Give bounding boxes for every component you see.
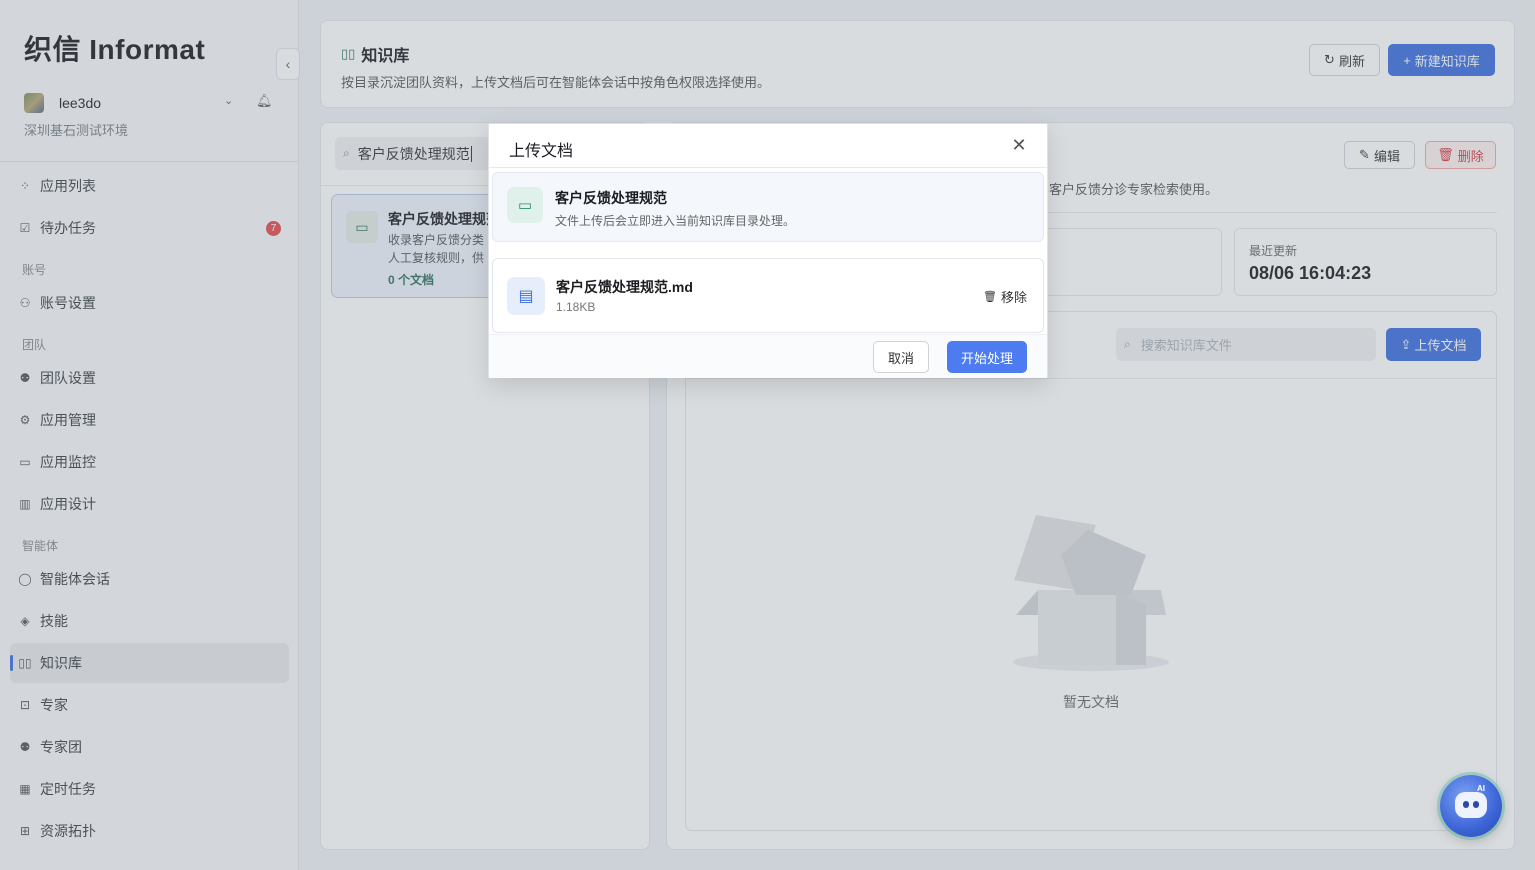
cancel-label: 取消 bbox=[887, 350, 914, 366]
selected-file: ▤ 客户反馈处理规范.md 1.18KB 🗑︎ 移除 bbox=[492, 258, 1044, 333]
ai-tag: AI bbox=[1477, 784, 1485, 793]
target-knowledge-base: ▭ 客户反馈处理规范 文件上传后会立即进入当前知识库目录处理。 bbox=[492, 172, 1044, 242]
start-processing-button[interactable]: 开始处理 bbox=[947, 341, 1027, 373]
start-label: 开始处理 bbox=[960, 350, 1013, 366]
remove-file-button[interactable]: 🗑︎ 移除 bbox=[983, 287, 1027, 306]
dialog-footer: 取消 开始处理 bbox=[489, 334, 1047, 378]
upload-document-dialog: 上传文档 ✕ ▭ 客户反馈处理规范 文件上传后会立即进入当前知识库目录处理。 ▤… bbox=[488, 123, 1048, 378]
trash-icon: 🗑︎ bbox=[983, 291, 997, 303]
divider bbox=[489, 167, 1047, 168]
robot-eye bbox=[1463, 801, 1469, 808]
ai-assistant-button[interactable]: AI bbox=[1440, 775, 1502, 837]
cancel-button[interactable]: 取消 bbox=[873, 341, 929, 373]
robot-eye bbox=[1473, 801, 1479, 808]
file-size: 1.18KB bbox=[556, 300, 596, 314]
robot-icon bbox=[1455, 792, 1487, 818]
file-name: 客户反馈处理规范.md bbox=[556, 279, 693, 295]
document-icon: ▤ bbox=[507, 277, 545, 315]
dialog-title: 上传文档 bbox=[509, 143, 574, 160]
close-icon[interactable]: ✕ bbox=[1009, 134, 1029, 156]
target-hint: 文件上传后会立即进入当前知识库目录处理。 bbox=[555, 214, 796, 228]
target-name: 客户反馈处理规范 bbox=[555, 190, 667, 206]
folder-icon: ▭ bbox=[507, 187, 543, 223]
remove-label: 移除 bbox=[1000, 290, 1027, 305]
